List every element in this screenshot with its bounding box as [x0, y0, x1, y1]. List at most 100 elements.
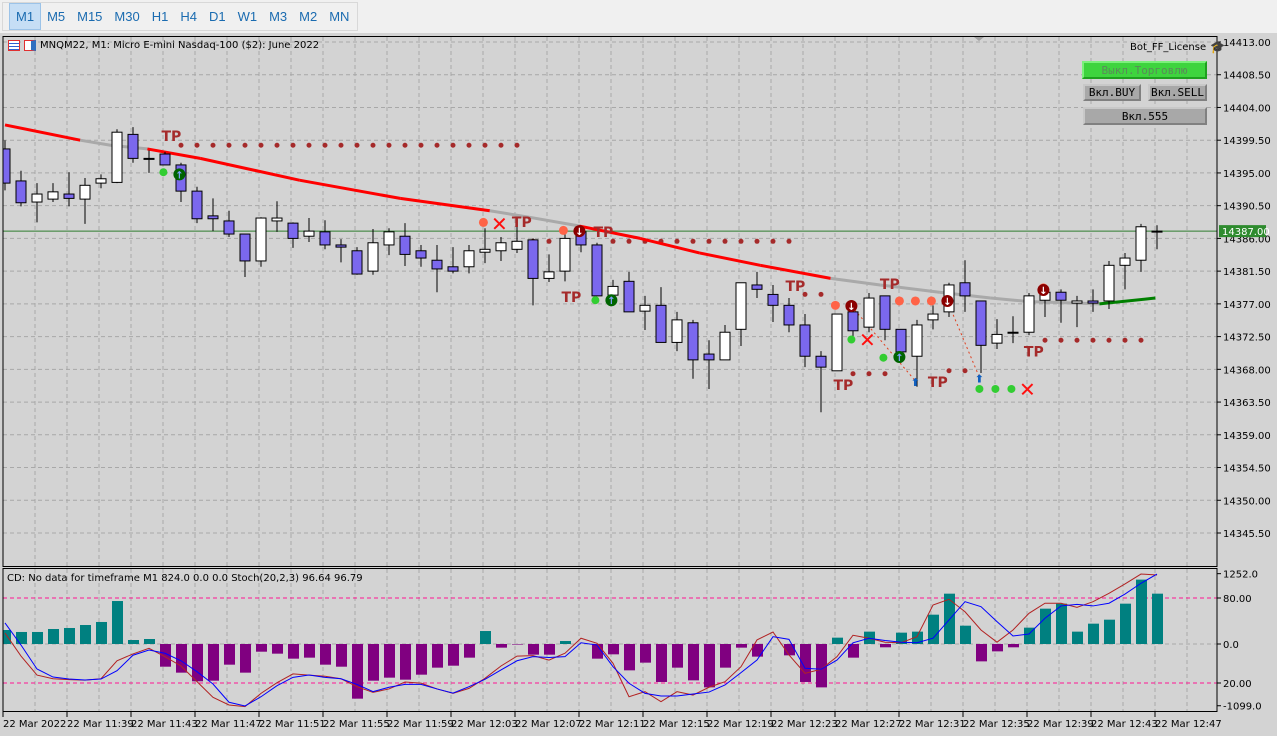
candle: [255, 217, 267, 267]
histogram-bar-positive: [560, 641, 571, 644]
histogram-bar-negative: [992, 644, 1003, 652]
price-tick-label: 14390.50: [1223, 202, 1271, 213]
histogram-bar-negative: [640, 644, 651, 663]
histogram-bar-negative: [464, 644, 475, 658]
histogram-bar-positive: [832, 637, 843, 644]
timeframe-m1[interactable]: M1: [9, 3, 42, 30]
timeframe-h1[interactable]: H1: [146, 4, 175, 29]
histogram-bar-positive: [1072, 631, 1083, 644]
histogram-bar-negative: [256, 644, 267, 652]
tp-dot: [1138, 337, 1144, 343]
arrow-down-icon: ↓: [847, 302, 855, 313]
timeframe-w1[interactable]: W1: [232, 4, 264, 29]
time-label: 22 Mar 11:39: [67, 719, 134, 730]
candle: [591, 242, 603, 297]
histogram-bar-negative: [656, 644, 667, 682]
tp-dot: [674, 238, 680, 244]
trade-off-button[interactable]: Выкл.Торговлю: [1082, 61, 1207, 79]
tp-label: TP: [593, 225, 613, 241]
time-label: 22 Mar 12:43: [1091, 719, 1158, 730]
tp-dot: [962, 368, 968, 374]
price-tick-label: 14345.50: [1223, 529, 1271, 540]
bear-candle-body: [703, 353, 715, 361]
histogram-bar-positive: [1136, 579, 1147, 644]
timeframe-m3[interactable]: M3: [263, 4, 293, 29]
price-chart[interactable]: ↑↓↑↓↑↓↓⬆ ⬆✕✕✕TPTPTPTPTPTPTPTPTP 14413.001…: [0, 33, 1277, 736]
bull-candle-body: [1135, 226, 1147, 261]
bear-candle-body: [239, 233, 251, 262]
price-tick-label: 14363.50: [1223, 398, 1271, 409]
bull-candle-body: [383, 231, 395, 246]
bull-candle-body: [79, 184, 91, 200]
timeframe-m5[interactable]: M5: [41, 4, 71, 29]
tp-label: TP: [785, 279, 805, 295]
timeframe-m15[interactable]: M15: [71, 4, 108, 29]
candle: [191, 186, 203, 224]
chart-title-text: MNQM22, M1: Micro E-mini Nasdaq-100 ($2)…: [40, 40, 320, 51]
time-label: 22 Mar 12:27: [835, 719, 902, 730]
sell-on-button[interactable]: Вкл.SELL: [1148, 84, 1207, 101]
tp-dot: [626, 238, 632, 244]
bull-candle-body: [1151, 230, 1163, 233]
on-555-button[interactable]: Вкл.555: [1083, 107, 1207, 125]
histogram-bar-negative: [192, 644, 203, 682]
price-tick-label: 14350.00: [1223, 496, 1271, 507]
time-label: 22 Mar 11:51: [259, 719, 326, 730]
tp-dot: [290, 142, 296, 148]
bull-candle-body: [31, 193, 43, 203]
stop-dot: [975, 384, 984, 393]
candle: [159, 151, 171, 166]
bear-candle-body: [415, 250, 427, 259]
close-x-icon: ✕: [1019, 378, 1036, 402]
bear-candle-body: [223, 220, 235, 235]
tp-dot: [1074, 337, 1080, 343]
timeframe-m30[interactable]: M30: [108, 4, 145, 29]
bear-candle-body: [879, 295, 891, 330]
tp-dot: [722, 238, 728, 244]
histogram-bar-negative: [688, 644, 699, 681]
tp-dot: [882, 371, 888, 377]
bear-candle-body: [207, 215, 219, 220]
timeframe-d1[interactable]: D1: [203, 4, 232, 29]
arrow-up-icon: ↑: [607, 296, 615, 307]
histogram-bar-negative: [704, 644, 715, 688]
tp-dot: [386, 142, 392, 148]
tp-dot: [1106, 337, 1112, 343]
bull-candle-body: [367, 242, 379, 272]
timeframe-m2[interactable]: M2: [293, 4, 323, 29]
bear-candle-body: [799, 324, 811, 357]
indicator-legend: CD: No data for timeframe M1 824.0 0.0 0…: [7, 573, 363, 584]
entry-dot: [830, 300, 840, 310]
histogram-bar-positive: [112, 601, 123, 644]
time-label: 22 Mar 12:11: [579, 719, 646, 730]
time-label: 22 Mar 12:07: [515, 719, 582, 730]
chart-window-icon: [8, 40, 20, 51]
bear-candle-body: [895, 328, 907, 353]
time-label: 22 Mar 12:39: [1027, 719, 1094, 730]
histogram-bar-positive: [16, 631, 27, 644]
time-label: 22 Mar 12:19: [707, 719, 774, 730]
chart-background: [0, 33, 1277, 736]
time-label: 22 Mar 12:31: [899, 719, 966, 730]
timeframe-h4[interactable]: H4: [174, 4, 203, 29]
price-tick-label: 14372.50: [1223, 333, 1271, 344]
bull-candle-body: [1119, 257, 1131, 266]
price-tick-label: 14404.00: [1223, 103, 1271, 114]
tp-dot: [690, 238, 696, 244]
time-label: 22 Mar 12:15: [643, 719, 710, 730]
entry-dot: [478, 217, 488, 227]
bull-candle-body: [911, 324, 923, 357]
buy-signal-icon: ↑: [173, 168, 186, 181]
indicator-scale-label: 1252.0: [1223, 570, 1258, 581]
bear-candle-body: [191, 190, 203, 220]
bull-candle-body: [255, 217, 267, 262]
histogram-bar-negative: [288, 644, 299, 659]
tp-dot: [434, 142, 440, 148]
histogram-bar-negative: [336, 644, 347, 667]
bull-candle-body: [303, 230, 315, 237]
bull-candle-body: [511, 240, 523, 250]
timeframe-mn[interactable]: MN: [323, 4, 355, 29]
entry-dot: [926, 296, 936, 306]
buy-on-button[interactable]: Вкл.BUY: [1083, 84, 1141, 101]
arrow-up-icon: ↑: [895, 353, 903, 364]
